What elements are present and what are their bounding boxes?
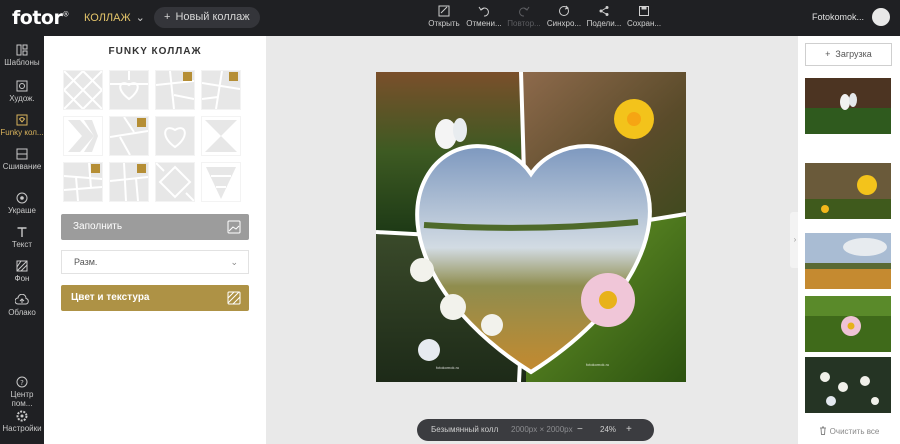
nav-item-background[interactable]: Фон — [0, 260, 44, 283]
template-thumbnail[interactable] — [155, 162, 195, 202]
premium-badge-icon — [137, 164, 146, 173]
stitching-icon — [16, 148, 28, 160]
image-icon — [227, 220, 241, 234]
panel-title: FUNKY КОЛЛАЖ — [108, 46, 202, 57]
upload-button[interactable]: + Загрузка — [805, 43, 892, 66]
undo-button[interactable]: Отмени... — [464, 5, 504, 28]
nav-item-artistic[interactable]: Худож. — [0, 80, 44, 103]
undo-icon — [478, 6, 489, 17]
decorate-icon — [16, 192, 28, 204]
open-icon — [438, 5, 450, 17]
left-nav: Шаблоны Худож. Funky кол... Сшивание Укр… — [0, 36, 44, 444]
photo-thumbnail[interactable] — [805, 296, 891, 352]
template-thumbnail[interactable] — [155, 116, 195, 156]
funky-collage-icon — [16, 114, 28, 126]
save-icon — [639, 6, 649, 16]
svg-text:?: ? — [20, 379, 24, 387]
template-thumbnail[interactable] — [201, 162, 241, 202]
top-bar: fotor® КОЛЛАЖ ⌄ + Новый коллаж Открыть Отм… — [0, 0, 900, 36]
template-thumbnail[interactable] — [63, 162, 103, 202]
nav-item-settings[interactable]: Настройки — [0, 410, 44, 433]
clear-all-button[interactable]: Очистить все — [798, 426, 900, 436]
open-button[interactable]: Открыть — [424, 5, 464, 28]
fotor-logo[interactable]: fotor® — [12, 7, 69, 29]
collage-canvas[interactable]: fotokomok.ru fotokomok.ru — [376, 72, 686, 382]
photo-thumbnail[interactable] — [805, 78, 891, 134]
redo-button[interactable]: Повтор... — [504, 5, 544, 28]
redo-icon — [519, 6, 530, 17]
cloud-icon — [15, 294, 29, 305]
zoom-in-button[interactable]: + — [626, 419, 632, 441]
nav-item-funky-collage[interactable]: Funky кол... — [0, 108, 44, 140]
plus-icon: + — [164, 11, 171, 23]
nav-item-stitching[interactable]: Сшивание — [0, 148, 44, 171]
nav-item-decorate[interactable]: Украше — [0, 192, 44, 215]
settings-icon — [16, 410, 28, 422]
template-thumbnail[interactable] — [63, 70, 103, 110]
canvas-size: 2000px × 2000px — [511, 425, 573, 434]
help-center-icon: ? — [16, 376, 28, 388]
nav-item-text[interactable]: Текст — [0, 226, 44, 249]
template-thumbnail[interactable] — [109, 116, 149, 156]
template-thumbnail[interactable] — [109, 70, 149, 110]
text-icon — [17, 227, 27, 237]
sync-icon — [559, 5, 569, 16]
photos-panel: + Загрузка Очистить все — [798, 36, 900, 444]
artistic-icon — [16, 80, 28, 92]
avatar[interactable] — [872, 8, 890, 26]
size-dropdown[interactable]: Разм. ⌄ — [61, 250, 249, 274]
toolbar: Открыть Отмени... Повтор... Синхро... По… — [424, 5, 664, 28]
premium-badge-icon — [137, 118, 146, 127]
template-thumbnail[interactable] — [155, 70, 195, 110]
photo-thumbnail[interactable] — [805, 163, 891, 219]
color-texture-button[interactable]: Цвет и текстура — [61, 285, 249, 311]
premium-badge-icon — [91, 164, 100, 173]
sync-button[interactable]: Синхро... — [544, 5, 584, 28]
premium-badge-icon — [183, 72, 192, 81]
template-thumbnail[interactable] — [63, 116, 103, 156]
collage-image — [376, 72, 686, 382]
template-thumbnail[interactable] — [109, 162, 149, 202]
trash-icon — [819, 426, 826, 435]
share-icon — [599, 6, 609, 16]
templates-icon — [16, 44, 28, 56]
status-bar: Безымянный колл 2000px × 2000px − 24% + — [417, 419, 654, 441]
mode-dropdown[interactable]: КОЛЛАЖ ⌄ — [84, 11, 145, 24]
photo-thumbnail[interactable] — [805, 233, 891, 289]
user-name[interactable]: Fotokomok... — [812, 12, 864, 22]
premium-badge-icon — [229, 72, 238, 81]
zoom-out-button[interactable]: − — [577, 419, 583, 441]
zoom-level: 24% — [600, 425, 617, 434]
new-collage-button[interactable]: + Новый коллаж — [154, 7, 260, 28]
nav-item-help-center[interactable]: ? Центр пом... — [0, 376, 44, 408]
background-icon — [16, 260, 28, 272]
share-button[interactable]: Подели... — [584, 5, 624, 28]
chevron-down-icon: ⌄ — [230, 257, 238, 267]
texture-icon — [227, 291, 241, 305]
funky-collage-panel: FUNKY КОЛЛАЖ Заполнить Разм. ⌄ Цвет и те… — [44, 36, 266, 444]
fill-button[interactable]: Заполнить — [61, 214, 249, 240]
photo-thumbnail[interactable] — [805, 357, 891, 413]
save-button[interactable]: Сохран... — [624, 5, 664, 28]
nav-item-templates[interactable]: Шаблоны — [0, 44, 44, 67]
chevron-down-icon: ⌄ — [135, 12, 145, 24]
watermark-text: fotokomok.ru — [586, 362, 610, 367]
template-thumbnail[interactable] — [201, 70, 241, 110]
watermark-text: fotokomok.ru — [436, 365, 460, 370]
template-thumbnail[interactable] — [201, 116, 241, 156]
nav-item-cloud[interactable]: Облако — [0, 294, 44, 317]
project-name[interactable]: Безымянный колл — [431, 419, 498, 441]
